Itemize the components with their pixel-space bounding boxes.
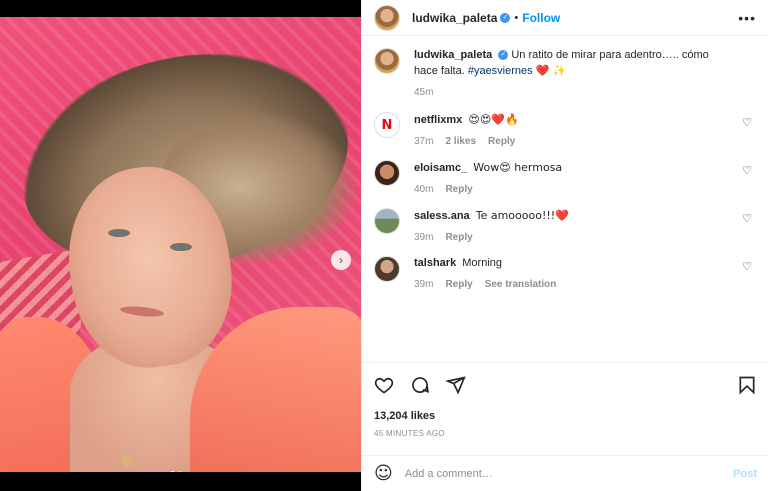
comment-input[interactable] bbox=[404, 467, 734, 480]
caption-time[interactable]: 45m bbox=[414, 87, 433, 98]
carousel-next-button[interactable]: › bbox=[331, 250, 351, 270]
left-eye bbox=[108, 229, 130, 237]
reply-button[interactable]: Reply bbox=[488, 136, 515, 147]
comment-meta: 39m Reply See translation bbox=[414, 279, 732, 290]
comment-text: talshark Morning bbox=[414, 256, 732, 271]
comment-item: N netflixmx 😍😍❤️🔥 37m 2 likes Reply ♡ bbox=[374, 112, 756, 147]
commenter-avatar[interactable] bbox=[374, 256, 400, 282]
heart-outline-icon[interactable]: ♡ bbox=[742, 164, 752, 177]
comment-text: saless.ana Te amooooo!!!❤️ bbox=[414, 208, 732, 224]
commenter-avatar[interactable] bbox=[374, 208, 400, 234]
action-icons bbox=[374, 373, 757, 397]
post-comment-button[interactable]: Post bbox=[733, 468, 757, 480]
comments-list[interactable]: ludwika_paleta ✓ Un ratito de mirar para … bbox=[362, 36, 768, 361]
share-icon[interactable] bbox=[446, 375, 466, 395]
comment-likes[interactable]: 2 likes bbox=[445, 136, 476, 147]
comment-username[interactable]: eloisamc_ bbox=[414, 162, 467, 174]
comment-text: eloisamc_ Wow😍 hermosa bbox=[414, 160, 732, 176]
comment-item: talshark Morning 39m Reply See translati… bbox=[374, 256, 756, 290]
heart-outline-icon[interactable]: ♡ bbox=[742, 212, 752, 225]
commenter-avatar[interactable] bbox=[374, 160, 400, 186]
reply-button[interactable]: Reply bbox=[445, 279, 472, 290]
right-eye bbox=[170, 243, 192, 251]
carousel-dots bbox=[170, 471, 183, 472]
see-translation-button[interactable]: See translation bbox=[485, 279, 557, 290]
comment-item: eloisamc_ Wow😍 hermosa 40m Reply ♡ bbox=[374, 160, 756, 195]
post-header: ludwika_paleta ✓ • Follow ••• bbox=[362, 0, 768, 36]
comment-meta: 40m Reply bbox=[414, 184, 732, 195]
caption: ludwika_paleta ✓ Un ratito de mirar para … bbox=[374, 48, 756, 98]
verified-badge-icon: ✓ bbox=[498, 50, 509, 61]
details-panel: ludwika_paleta ✓ • Follow ••• ludwika_pa… bbox=[361, 0, 768, 491]
bookmark-icon[interactable] bbox=[737, 375, 757, 395]
carousel-dot-active bbox=[170, 471, 175, 472]
more-options-button[interactable]: ••• bbox=[738, 10, 756, 26]
post-dialog: › ludwika_paleta ✓ • Follow ••• ludwika_… bbox=[0, 0, 768, 491]
post-actions: 13,204 likes 45 MINUTES AGO bbox=[362, 362, 768, 438]
comment-body: 😍😍❤️🔥 bbox=[468, 113, 519, 126]
comment-body: Wow😍 hermosa bbox=[473, 161, 563, 174]
comment-text: netflixmx 😍😍❤️🔥 bbox=[414, 112, 732, 128]
media-panel: › bbox=[0, 0, 361, 491]
reply-button[interactable]: Reply bbox=[445, 232, 472, 243]
post-photo[interactable]: › bbox=[0, 17, 361, 472]
heart-icon[interactable] bbox=[374, 375, 394, 395]
header-separator: • bbox=[514, 11, 519, 24]
emoji-icon[interactable]: ☺ bbox=[374, 463, 393, 484]
comment-item: saless.ana Te amooooo!!!❤️ 39m Reply ♡ bbox=[374, 208, 756, 243]
heart-outline-icon[interactable]: ♡ bbox=[742, 260, 752, 273]
comment-meta: 39m Reply bbox=[414, 232, 732, 243]
comment-body: Te amooooo!!!❤️ bbox=[475, 209, 569, 222]
follow-button[interactable]: Follow bbox=[522, 11, 560, 25]
reply-button[interactable]: Reply bbox=[445, 184, 472, 195]
likes-count[interactable]: 13,204 likes bbox=[374, 410, 757, 422]
comment-username[interactable]: talshark bbox=[414, 257, 456, 269]
heart-outline-icon[interactable]: ♡ bbox=[742, 116, 752, 129]
caption-meta: 45m bbox=[414, 87, 732, 98]
comment-time[interactable]: 39m bbox=[414, 279, 433, 290]
carousel-dot bbox=[178, 471, 183, 472]
comment-time[interactable]: 39m bbox=[414, 232, 433, 243]
netflix-logo-icon[interactable]: N bbox=[374, 112, 400, 138]
comment-username[interactable]: netflixmx bbox=[414, 114, 462, 126]
verified-badge-icon: ✓ bbox=[500, 12, 511, 23]
comment-time[interactable]: 40m bbox=[414, 184, 433, 195]
chevron-right-icon: › bbox=[339, 253, 343, 267]
hashtag-link[interactable]: #yaesviernes bbox=[468, 65, 533, 77]
comment-username[interactable]: saless.ana bbox=[414, 210, 470, 222]
comment-meta: 37m 2 likes Reply bbox=[414, 136, 732, 147]
author-username[interactable]: ludwika_paleta bbox=[412, 11, 497, 25]
caption-emoji: ❤️ ✨ bbox=[535, 64, 567, 77]
caption-text: ludwika_paleta ✓ Un ratito de mirar para … bbox=[414, 48, 732, 79]
post-timestamp[interactable]: 45 MINUTES AGO bbox=[374, 429, 757, 438]
author-avatar[interactable] bbox=[374, 48, 400, 74]
add-comment-bar: ☺ Post bbox=[362, 455, 768, 491]
caption-username[interactable]: ludwika_paleta bbox=[414, 49, 492, 61]
comment-time[interactable]: 37m bbox=[414, 136, 433, 147]
necklace-pendant bbox=[122, 455, 132, 467]
author-avatar[interactable] bbox=[374, 4, 400, 31]
comment-icon[interactable] bbox=[410, 375, 430, 395]
comment-body: Morning bbox=[462, 257, 503, 269]
